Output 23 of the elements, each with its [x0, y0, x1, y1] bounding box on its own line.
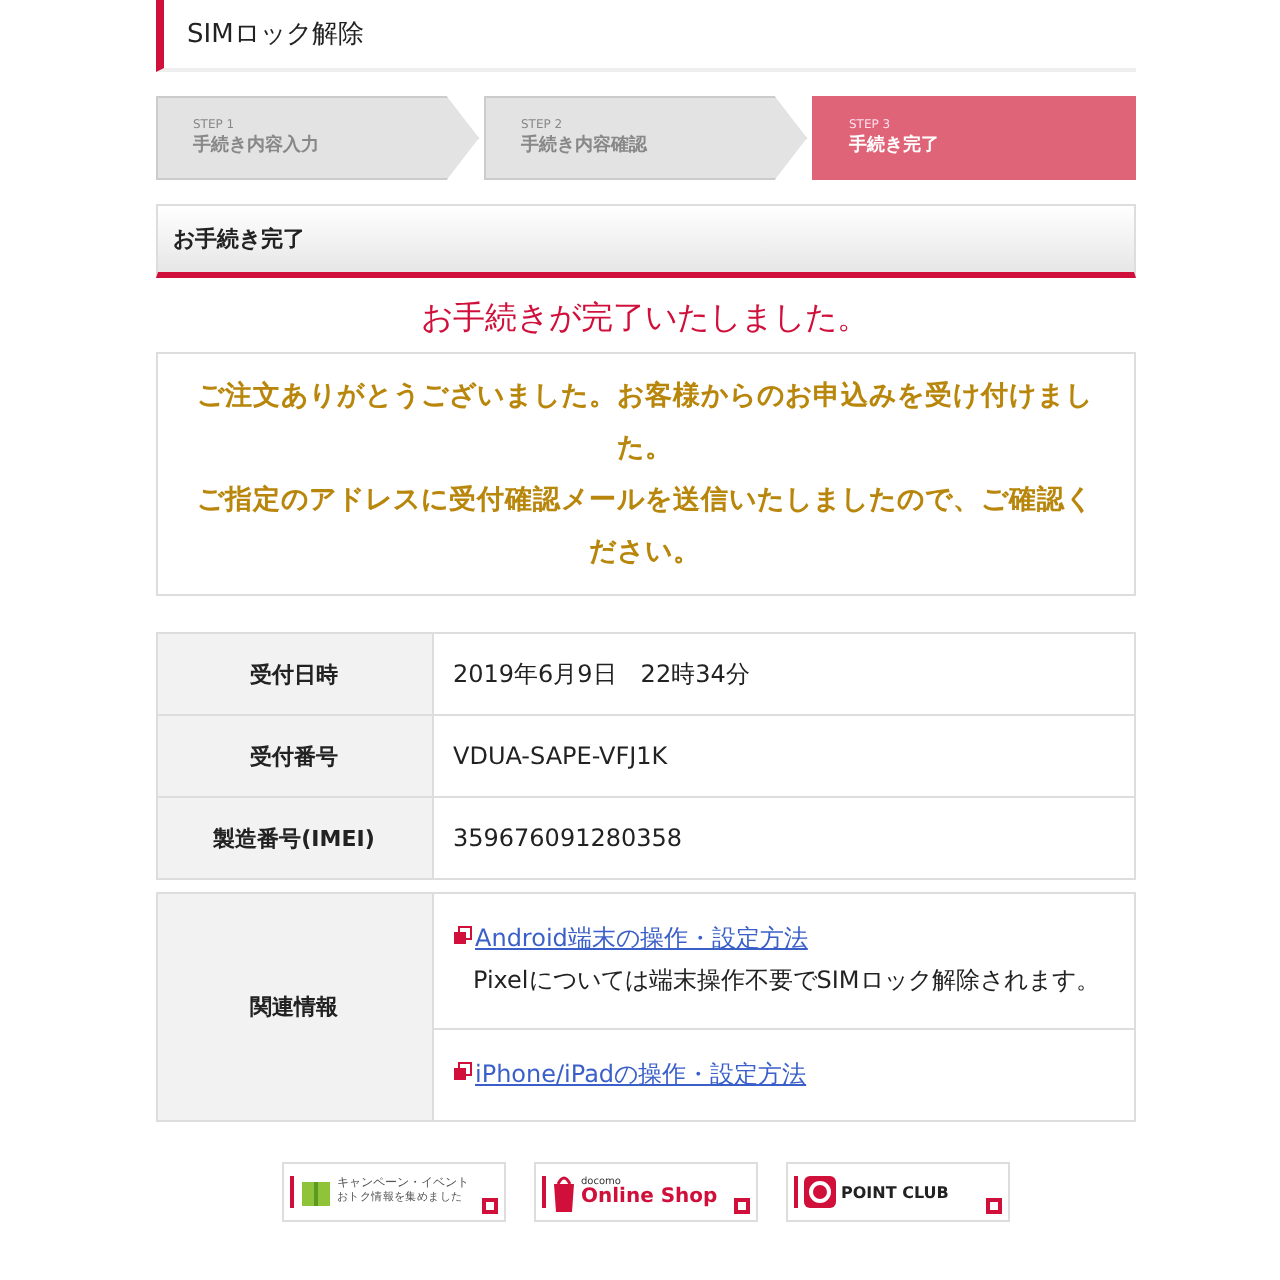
table-cell: 2019年6月9日 22時34分 — [432, 633, 1134, 715]
external-link-icon — [481, 1198, 497, 1214]
page-title: SIMロック解除 — [187, 18, 364, 52]
external-link-icon — [733, 1198, 749, 1214]
section-header: お手続き完了 — [155, 204, 1135, 278]
notice-box: ご注文ありがとうございました。お客様からのお申込みを受け付けました。 ご指定のアドレスに受付確認メールを送信いたしましたので、ご確認ください。 — [155, 352, 1135, 596]
banner[interactable]: POINT CLUB — [785, 1162, 1009, 1222]
shopping-bag-icon — [551, 1172, 575, 1212]
table-header-cell: 受付番号 — [156, 715, 432, 797]
table-header-cell: 製造番号(IMEI) — [156, 797, 432, 879]
complete-heading: お手続きが完了いたしました。 — [419, 298, 871, 340]
table-cell: VDUA-SAPE-VFJ1K — [432, 715, 1134, 797]
d-point-logo-icon — [803, 1176, 835, 1208]
external-link-icon — [453, 1062, 471, 1080]
gift-icon — [299, 1176, 331, 1208]
link[interactable]: Android端末の操作・設定方法 — [475, 922, 808, 956]
note-text: Pixelについては端末操作不要でSIMロック解除されます。 — [473, 964, 1102, 998]
external-link-icon — [453, 926, 471, 944]
table-header-cell: 関連情報 — [156, 893, 432, 1121]
link[interactable]: iPhone/iPadの操作・設定方法 — [475, 1058, 807, 1092]
external-link-icon — [985, 1198, 1001, 1214]
table-header-cell: 受付日時 — [156, 633, 432, 715]
table-cell: 359676091280358 — [432, 797, 1134, 879]
